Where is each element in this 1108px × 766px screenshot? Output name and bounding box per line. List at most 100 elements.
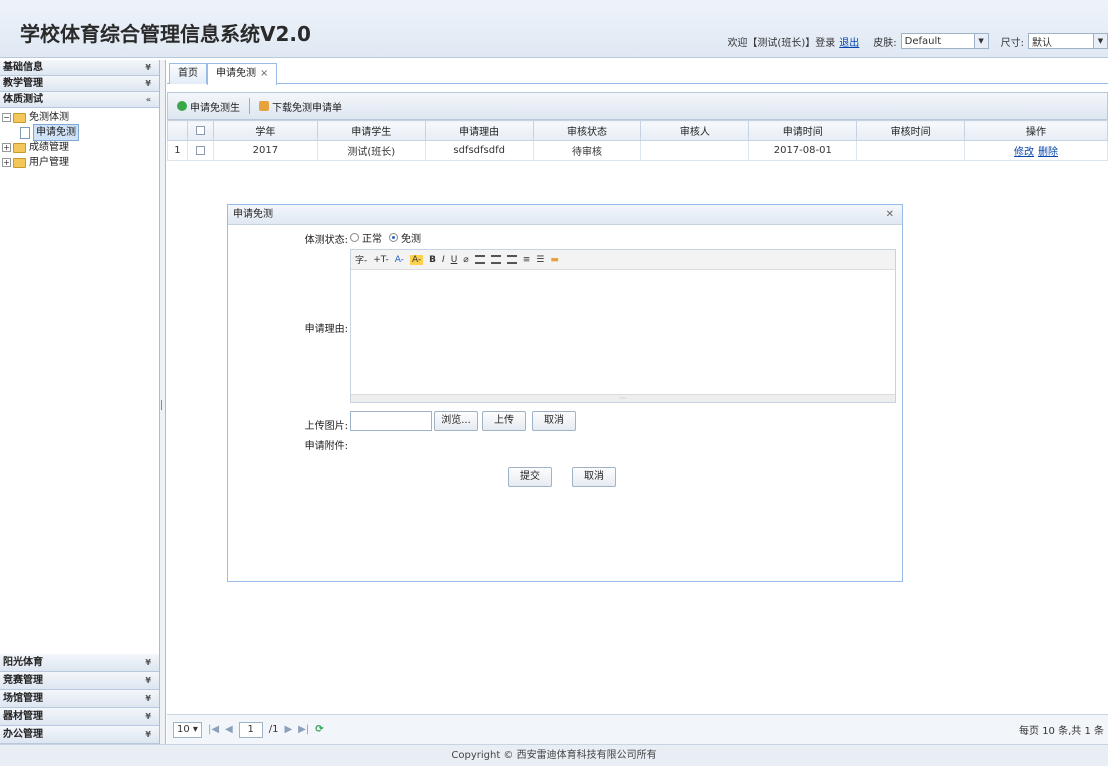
- expand-icon[interactable]: +: [2, 158, 11, 167]
- font-size-button[interactable]: +T-: [373, 255, 388, 265]
- radio-exempt-label[interactable]: 免测: [401, 230, 421, 245]
- row-number: 1: [167, 140, 188, 161]
- edit-link[interactable]: 修改: [1014, 147, 1034, 158]
- chevron-down-icon: ▾: [192, 724, 198, 735]
- tab-label: 申请免测: [216, 68, 256, 79]
- cell-apply-time: 2017-08-01: [748, 140, 858, 161]
- font-color-button[interactable]: A-: [395, 255, 404, 265]
- sidebar-group-teaching[interactable]: 教学管理 ¥: [0, 76, 159, 92]
- italic-button[interactable]: I: [442, 255, 445, 265]
- column-header[interactable]: 审核时间: [856, 120, 966, 141]
- page-number-input[interactable]: 1: [238, 721, 263, 738]
- app-title: 学校体育综合管理信息系统V2.0: [20, 22, 311, 46]
- tree-leaf-label: 申请免测: [33, 124, 79, 141]
- chevron-down-icon: ¥: [145, 730, 151, 739]
- emoticon-icon[interactable]: ▬: [550, 255, 559, 265]
- bold-button[interactable]: B: [429, 255, 436, 265]
- clear-format-icon[interactable]: ⌀: [463, 255, 468, 265]
- add-icon: [177, 101, 187, 111]
- tab-apply-exempt[interactable]: 申请免测 ×: [207, 63, 278, 85]
- download-form-button[interactable]: 下载免测申请单: [254, 96, 347, 116]
- row-checkbox[interactable]: [195, 145, 205, 155]
- cell-operations: 修改 删除: [964, 140, 1108, 161]
- column-header[interactable]: 审核状态: [532, 120, 642, 141]
- last-page-icon[interactable]: ▶|: [298, 724, 309, 735]
- sidebar-group-venue[interactable]: 场馆管理 ¥: [0, 690, 159, 708]
- column-header[interactable]: 申请时间: [748, 120, 858, 141]
- font-family-button[interactable]: 字-: [355, 253, 367, 266]
- dialog-titlebar[interactable]: 申请免测 ✕: [228, 205, 902, 225]
- column-header[interactable]: 申请学生: [316, 120, 426, 141]
- cancel-upload-button[interactable]: 取消: [532, 411, 576, 431]
- sidebar-group-sunshine[interactable]: 阳光体育 ¥: [0, 654, 159, 672]
- tab-strip: 首页 申请免测 ×: [167, 60, 1108, 85]
- column-header[interactable]: 操作: [964, 120, 1108, 141]
- align-right-icon[interactable]: [506, 255, 517, 264]
- radio-normal[interactable]: [350, 233, 359, 242]
- underline-button[interactable]: U: [451, 255, 458, 265]
- sidebar-group-basic-info[interactable]: 基础信息 ¥: [0, 60, 159, 76]
- first-page-icon[interactable]: |◀: [208, 724, 219, 735]
- row-checkbox-cell[interactable]: [186, 140, 214, 161]
- sidebar-group-equipment[interactable]: 器材管理 ¥: [0, 708, 159, 726]
- select-all-checkbox-cell[interactable]: [186, 120, 214, 141]
- align-center-icon[interactable]: [490, 255, 501, 264]
- size-label: 尺寸:: [1000, 37, 1024, 49]
- page-size-select[interactable]: 10 ▾: [173, 721, 202, 738]
- header-user-area: 欢迎【测试(班长)】登录 退出 皮肤: Default ▼ 尺寸: 默认 ▼: [727, 32, 1108, 50]
- highlight-button[interactable]: A-: [409, 254, 424, 265]
- delete-link[interactable]: 删除: [1038, 147, 1058, 158]
- sidebar-group-label: 场馆管理: [3, 693, 43, 704]
- refresh-icon[interactable]: ⟳: [315, 724, 323, 735]
- prev-page-icon[interactable]: ◀: [225, 724, 233, 735]
- sidebar-group-competition[interactable]: 竞赛管理 ¥: [0, 672, 159, 690]
- sidebar-group-label: 教学管理: [3, 78, 43, 89]
- editor-resize-handle[interactable]: ⋯: [351, 394, 895, 402]
- reason-editor[interactable]: 字- +T- A- A- B I U ⌀ ≡ ☰ ▬ ⋯: [350, 249, 896, 403]
- collapse-icon[interactable]: −: [2, 113, 11, 122]
- chevron-down-icon: ▼: [973, 34, 988, 48]
- unordered-list-icon[interactable]: ☰: [536, 255, 544, 265]
- sidebar-group-office[interactable]: 办公管理 ¥: [0, 726, 159, 744]
- radio-normal-label[interactable]: 正常: [362, 230, 382, 245]
- close-icon[interactable]: ✕: [886, 205, 894, 225]
- submit-button[interactable]: 提交: [508, 467, 552, 487]
- close-icon[interactable]: ×: [260, 68, 268, 79]
- tree-leaf-apply-exempt[interactable]: 申请免测: [2, 124, 159, 141]
- tree-node-users[interactable]: + 用户管理: [2, 155, 159, 170]
- browse-button[interactable]: 浏览...: [434, 411, 478, 431]
- next-page-icon[interactable]: ▶: [284, 724, 292, 735]
- size-select[interactable]: 默认 ▼: [1028, 33, 1108, 49]
- upload-file-input[interactable]: [350, 411, 432, 431]
- sidebar-bottom-groups: 阳光体育 ¥ 竞赛管理 ¥ 场馆管理 ¥ 器材管理 ¥ 办公管理 ¥: [0, 654, 159, 744]
- chevron-down-icon: ¥: [145, 79, 151, 88]
- logout-link[interactable]: 退出: [839, 34, 859, 49]
- table-row[interactable]: 1 2017 测试(班长) sdfsdfsdfd 待审核 2017-08-01 …: [167, 140, 1108, 161]
- tree-node-label: 免测体测: [29, 112, 69, 123]
- upload-button[interactable]: 上传: [482, 411, 526, 431]
- column-header[interactable]: 申请理由: [424, 120, 534, 141]
- sidebar-group-fitness-test[interactable]: 体质测试 «: [0, 92, 159, 108]
- ordered-list-icon[interactable]: ≡: [523, 255, 531, 265]
- apply-exempt-label: 申请免测生: [190, 102, 240, 114]
- tree-node-scores[interactable]: + 成绩管理: [2, 140, 159, 155]
- radio-exempt[interactable]: [389, 233, 398, 242]
- select-all-checkbox[interactable]: [195, 125, 205, 135]
- tree-node-exempt[interactable]: − 免测体测: [2, 110, 159, 125]
- theme-select[interactable]: Default ▼: [900, 33, 989, 49]
- toolbar-separator: [249, 98, 250, 114]
- sidebar-splitter[interactable]: [160, 60, 166, 744]
- column-header[interactable]: 学年: [212, 120, 318, 141]
- folder-icon: [13, 157, 26, 168]
- cancel-button[interactable]: 取消: [572, 467, 616, 487]
- main-panel: 首页 申请免测 × 申请免测生 下载免测申请单 学年 申请学生 申请理由 审核状…: [167, 60, 1108, 744]
- align-left-icon[interactable]: [474, 255, 485, 264]
- column-header[interactable]: 审核人: [640, 120, 750, 141]
- page-size-value: 10: [177, 724, 190, 735]
- page-total: /1: [268, 724, 279, 735]
- tab-home[interactable]: 首页: [169, 63, 207, 84]
- expand-icon[interactable]: +: [2, 143, 11, 152]
- folder-icon: [13, 142, 26, 153]
- sidebar-group-label: 阳光体育: [3, 657, 43, 668]
- apply-exempt-button[interactable]: 申请免测生: [172, 96, 245, 116]
